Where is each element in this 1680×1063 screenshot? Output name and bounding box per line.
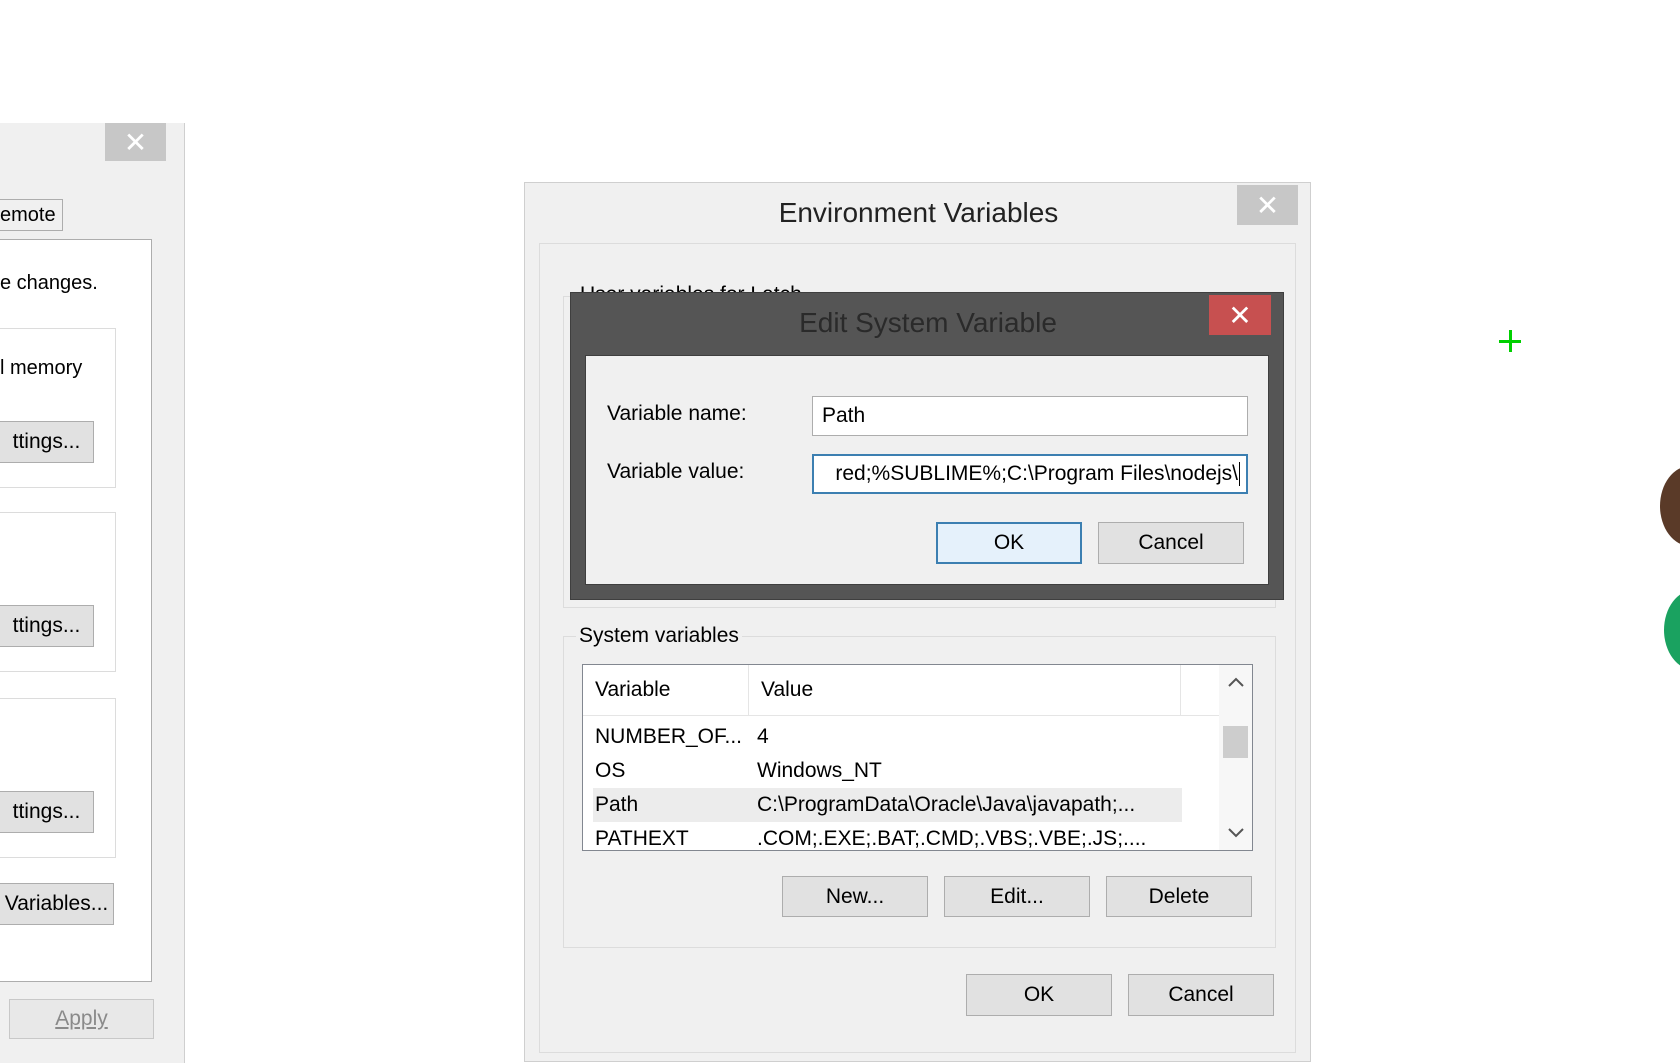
left-note: e changes. [0, 272, 98, 294]
apply-button[interactable]: Apply [9, 999, 154, 1039]
scroll-up-button[interactable] [1219, 665, 1252, 699]
profiles-group [0, 512, 116, 672]
avatar[interactable] [1660, 466, 1680, 546]
text-caret [1239, 462, 1240, 486]
close-icon: ✕ [123, 125, 148, 159]
list-item-selected[interactable]: Path C:\ProgramData\Oracle\Java\javapath… [593, 788, 1182, 822]
delete-button[interactable]: Delete [1106, 876, 1252, 917]
tab-panel: e changes. l memory ttings... ttings... … [0, 239, 152, 982]
environment-variables-button[interactable]: Variables... [0, 883, 114, 925]
crosshair-cursor-icon [1499, 330, 1521, 352]
list-header: Variable Value [583, 665, 1220, 716]
chevron-down-icon [1227, 828, 1244, 838]
env-ok-button[interactable]: OK [966, 974, 1112, 1016]
list-item[interactable]: PATHEXT .COM;.EXE;.BAT;.CMD;.VBS;.VBE;.J… [593, 822, 1182, 850]
variable-name-label: Variable name: [607, 402, 747, 425]
variable-value-label: Variable value: [607, 460, 745, 483]
new-button[interactable]: New... [782, 876, 928, 917]
close-icon: ✕ [1255, 188, 1280, 222]
performance-group: l memory [0, 328, 116, 488]
tab-remote[interactable]: emote [0, 199, 63, 231]
system-variables-list[interactable]: Variable Value NUMBER_OF... 4 OS Windows… [582, 664, 1253, 851]
list-item[interactable]: NUMBER_OF... 4 [593, 720, 1182, 754]
edit-cancel-button[interactable]: Cancel [1098, 522, 1244, 564]
cursor-v [1509, 330, 1512, 352]
close-icon: ✕ [1228, 298, 1252, 332]
group1-text: l memory [0, 357, 83, 379]
edit-dialog-body: Variable name: Path Variable value: red;… [585, 355, 1269, 585]
edit-ok-button[interactable]: OK [936, 522, 1082, 564]
vertical-scrollbar[interactable] [1219, 665, 1252, 850]
chevron-up-icon [1227, 677, 1244, 687]
edit-dialog-title: Edit System Variable [799, 307, 1057, 338]
avatar[interactable] [1664, 590, 1680, 670]
performance-settings-button[interactable]: ttings... [0, 421, 94, 463]
system-vars-label: System variables [576, 624, 742, 648]
edit-close-button[interactable]: ✕ [1209, 295, 1271, 335]
left-close-button[interactable]: ✕ [105, 123, 166, 161]
list-item[interactable]: OS Windows_NT [593, 754, 1182, 788]
startup-group [0, 698, 116, 858]
edit-system-variable-dialog: Edit System Variable ✕ Variable name: Pa… [570, 292, 1284, 600]
variable-name-field[interactable]: Path [812, 396, 1248, 436]
env-dialog-title: Environment Variables [778, 197, 1059, 228]
system-properties-window: ✕ emote e changes. l memory ttings... tt… [0, 123, 185, 1063]
env-close-button[interactable]: ✕ [1237, 185, 1298, 225]
scroll-down-button[interactable] [1219, 816, 1252, 850]
variable-value-field[interactable]: red;%SUBLIME%;C:\Program Files\nodejs\ [812, 454, 1248, 494]
profiles-settings-button[interactable]: ttings... [0, 605, 94, 647]
column-header-value[interactable]: Value [749, 665, 1181, 715]
edit-button[interactable]: Edit... [944, 876, 1090, 917]
env-cancel-button[interactable]: Cancel [1128, 974, 1274, 1016]
column-header-variable[interactable]: Variable [583, 665, 749, 715]
scroll-thumb[interactable] [1223, 726, 1248, 758]
startup-settings-button[interactable]: ttings... [0, 791, 94, 833]
